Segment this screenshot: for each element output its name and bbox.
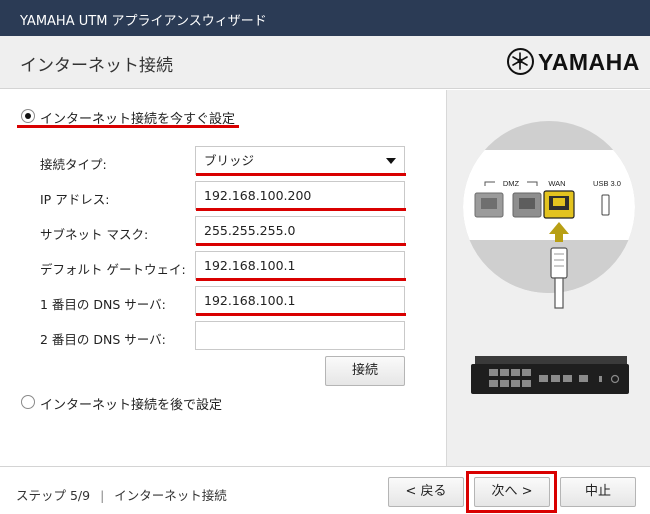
title-bar: YAMAHA UTM アプライアンスウィザード	[0, 0, 650, 36]
highlight-underline	[196, 313, 406, 316]
port-label-usb: USB 3.0	[593, 179, 621, 188]
illustration-panel: DMZ WAN USB 3.0	[446, 90, 650, 466]
highlight-underline	[196, 173, 406, 176]
highlight-underline	[196, 243, 406, 246]
logo-text: YAMAHA	[538, 49, 640, 75]
chevron-down-icon	[386, 158, 396, 164]
dns2-label: 2 番目の DNS サーバ:	[40, 332, 166, 347]
cancel-button[interactable]: 中止	[560, 477, 636, 507]
step-number: ステップ 5/9	[16, 488, 91, 503]
default-gateway-label: デフォルト ゲートウェイ:	[40, 262, 186, 277]
next-button-highlight	[466, 471, 557, 513]
step-separator: |	[100, 488, 105, 503]
dns1-input[interactable]: 192.168.100.1	[195, 286, 405, 315]
page-title: インターネット接続	[20, 56, 173, 76]
connection-type-select[interactable]: ブリッジ	[195, 146, 405, 175]
port-label-dmz: DMZ	[503, 179, 520, 188]
radio-setup-now[interactable]	[21, 109, 35, 123]
step-name: インターネット接続	[114, 488, 227, 503]
dns1-label: 1 番目の DNS サーバ:	[40, 297, 166, 312]
connect-button[interactable]: 接続	[325, 356, 405, 386]
highlight-underline	[196, 208, 406, 211]
window-title: YAMAHA UTM アプライアンスウィザード	[20, 14, 267, 29]
dns2-input[interactable]	[195, 321, 405, 350]
port-label-wan: WAN	[548, 179, 565, 188]
highlight-underline	[17, 125, 239, 128]
tuning-fork-emblem-icon	[507, 48, 534, 75]
ip-address-input[interactable]: 192.168.100.200	[195, 181, 405, 210]
ip-address-label: IP アドレス:	[40, 192, 110, 207]
default-gateway-input[interactable]: 192.168.100.1	[195, 251, 405, 280]
radio-setup-later-label[interactable]: インターネット接続を後で設定	[40, 394, 222, 413]
connection-type-value: ブリッジ	[204, 153, 255, 168]
highlight-underline	[196, 278, 406, 281]
subnet-mask-label: サブネット マスク:	[40, 227, 149, 242]
wizard-header: インターネット接続 YAMAHA	[0, 36, 650, 89]
connection-type-label: 接続タイプ:	[40, 157, 107, 172]
subnet-mask-input[interactable]: 255.255.255.0	[195, 216, 405, 245]
wizard-footer: ステップ 5/9 | インターネット接続 < 戻る 次へ > 中止	[0, 466, 650, 514]
step-indicator: ステップ 5/9 | インターネット接続	[16, 485, 227, 504]
back-button[interactable]: < 戻る	[388, 477, 464, 507]
radio-setup-later[interactable]	[21, 395, 35, 409]
device-illustration: DMZ WAN USB 3.0	[463, 121, 635, 394]
